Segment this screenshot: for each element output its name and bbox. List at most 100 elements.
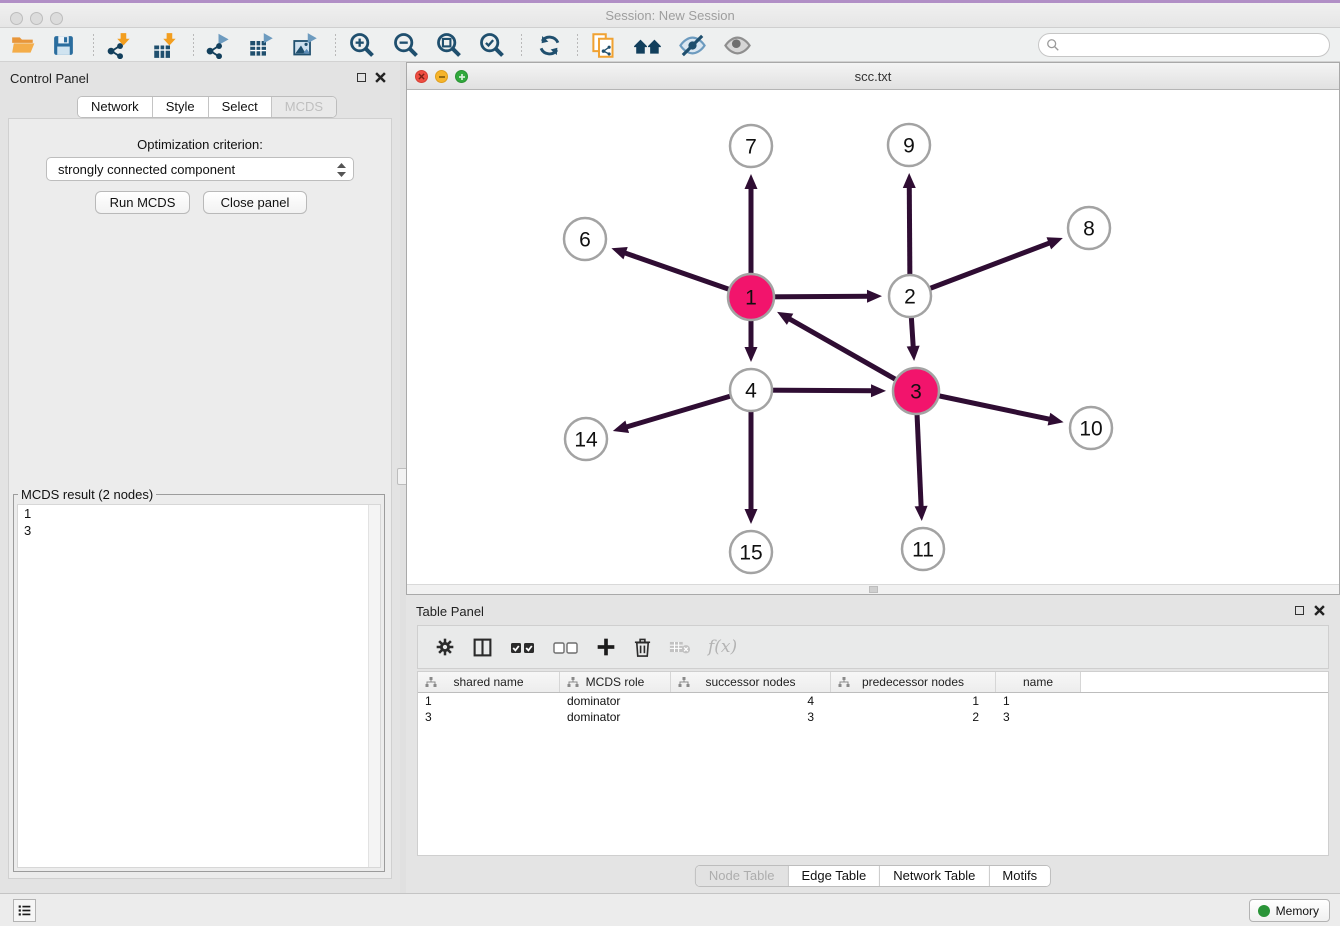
cell-name[interactable]: 1 [996,693,1081,709]
memory-button[interactable]: Memory [1249,899,1330,922]
session-title: Session: New Session [0,8,1340,23]
duplicate-network-icon[interactable] [588,31,618,59]
cell-mcds-role[interactable]: dominator [560,709,671,725]
import-network-icon[interactable] [104,31,134,59]
function-builder-icon[interactable]: f(x) [708,637,737,657]
result-scrollbar[interactable] [368,505,380,867]
mcds-panel-body: Optimization criterion: strongly connect… [8,118,392,879]
table-tabs: Node Table Edge Table Network Table Moti… [695,865,1051,887]
cell-successor-nodes[interactable]: 3 [671,709,831,725]
graph-node-6[interactable]: 6 [564,218,606,260]
network-file-title: scc.txt [407,69,1339,84]
cell-predecessor-nodes[interactable]: 2 [831,709,996,725]
graph-node-11[interactable]: 11 [902,528,944,570]
graph-node-9[interactable]: 9 [888,124,930,166]
application-window: Session: New Session [0,0,1340,926]
svg-text:11: 11 [912,539,934,562]
cell-shared-name[interactable]: 1 [418,693,560,709]
tab-network[interactable]: Network [78,97,153,117]
network-scrollbar-thumb[interactable] [869,586,878,593]
column-header-successor-nodes[interactable]: successor nodes [671,672,831,692]
network-graph: 7 9 6 8 1 2 4 3 14 10 15 11 [407,90,1340,586]
cell-name[interactable]: 3 [996,709,1081,725]
task-history-button[interactable] [13,899,36,922]
table-header-row: shared name MCDS role successor nodes pr… [418,672,1328,693]
cell-shared-name[interactable]: 3 [418,709,560,725]
close-table-panel-icon[interactable] [1314,605,1325,616]
show-all-eye-icon[interactable] [722,31,752,59]
tab-edge-table[interactable]: Edge Table [788,866,880,886]
zoom-fit-icon[interactable] [434,31,464,59]
tab-motifs[interactable]: Motifs [989,866,1050,886]
zoom-selected-icon[interactable] [477,31,507,59]
graph-node-3[interactable]: 3 [893,368,939,414]
column-header-predecessor-nodes[interactable]: predecessor nodes [831,672,996,692]
cell-successor-nodes[interactable]: 4 [671,693,831,709]
save-icon[interactable] [48,31,78,59]
mcds-result-list[interactable]: 1 3 [17,504,381,868]
hide-selected-eye-icon[interactable] [677,31,707,59]
delete-table-icon[interactable] [669,639,691,655]
graph-node-10[interactable]: 10 [1070,407,1112,449]
export-network-icon[interactable] [203,31,233,59]
import-table-icon[interactable] [150,31,180,59]
close-panel-button[interactable]: Close panel [203,191,307,214]
node-table[interactable]: shared name MCDS role successor nodes pr… [417,671,1329,856]
tab-mcds[interactable]: MCDS [272,97,336,117]
network-view-window: scc.txt 7 9 6 8 1 2 4 3 14 10 15 11 [406,62,1340,595]
add-row-icon[interactable] [596,637,616,657]
svg-text:15: 15 [739,542,762,565]
column-header-name[interactable]: name [996,672,1081,692]
graph-node-8[interactable]: 8 [1068,207,1110,249]
zoom-in-icon[interactable] [347,31,377,59]
cell-mcds-role[interactable]: dominator [560,693,671,709]
network-canvas[interactable]: 7 9 6 8 1 2 4 3 14 10 15 11 [407,90,1339,584]
column-label: MCDS role [586,675,645,689]
split-columns-icon[interactable] [472,637,493,658]
run-mcds-button[interactable]: Run MCDS [95,191,190,214]
tab-network-table[interactable]: Network Table [880,866,989,886]
main-toolbar [0,28,1340,62]
float-table-panel-icon[interactable] [1295,606,1304,615]
export-image-icon[interactable] [290,31,320,59]
graph-node-1[interactable]: 1 [728,274,774,320]
toolbar-separator [577,34,578,56]
network-horizontal-scrollbar[interactable] [407,584,1339,594]
svg-text:6: 6 [579,229,591,252]
namespace-tree-icon [567,677,579,688]
tab-select[interactable]: Select [209,97,272,117]
graph-node-14[interactable]: 14 [565,418,607,460]
export-table-icon[interactable] [246,31,276,59]
first-neighbors-icon[interactable] [633,31,663,59]
table-toolbar: f(x) [417,625,1329,669]
result-line: 1 [18,505,380,522]
zoom-out-icon[interactable] [391,31,421,59]
graph-node-2[interactable]: 2 [889,275,931,317]
criterion-select[interactable]: strongly connected component [46,157,354,181]
deselect-all-icon[interactable] [553,640,579,655]
open-folder-icon[interactable] [8,31,38,59]
graph-node-7[interactable]: 7 [730,125,772,167]
tab-style[interactable]: Style [153,97,209,117]
column-label: name [1023,675,1053,689]
toolbar-separator [521,34,522,56]
memory-status-dot [1258,905,1270,917]
graph-edge-2-8[interactable] [910,237,1063,296]
gear-icon[interactable] [435,637,455,657]
table-row[interactable]: 3 dominator 3 2 3 [418,709,1328,725]
float-panel-icon[interactable] [357,73,366,82]
cell-predecessor-nodes[interactable]: 1 [831,693,996,709]
select-all-icon[interactable] [510,640,536,655]
column-header-shared-name[interactable]: shared name [418,672,560,692]
graph-node-15[interactable]: 15 [730,531,772,573]
delete-row-icon[interactable] [633,637,652,658]
tab-node-table[interactable]: Node Table [696,866,789,886]
table-row[interactable]: 1 dominator 4 1 1 [418,693,1328,709]
search-input[interactable] [1038,33,1330,57]
graph-node-4[interactable]: 4 [730,369,772,411]
refresh-icon[interactable] [534,31,564,59]
column-header-mcds-role[interactable]: MCDS role [560,672,671,692]
close-panel-icon[interactable] [375,72,386,83]
search-icon [1046,38,1060,52]
namespace-tree-icon [838,677,850,688]
